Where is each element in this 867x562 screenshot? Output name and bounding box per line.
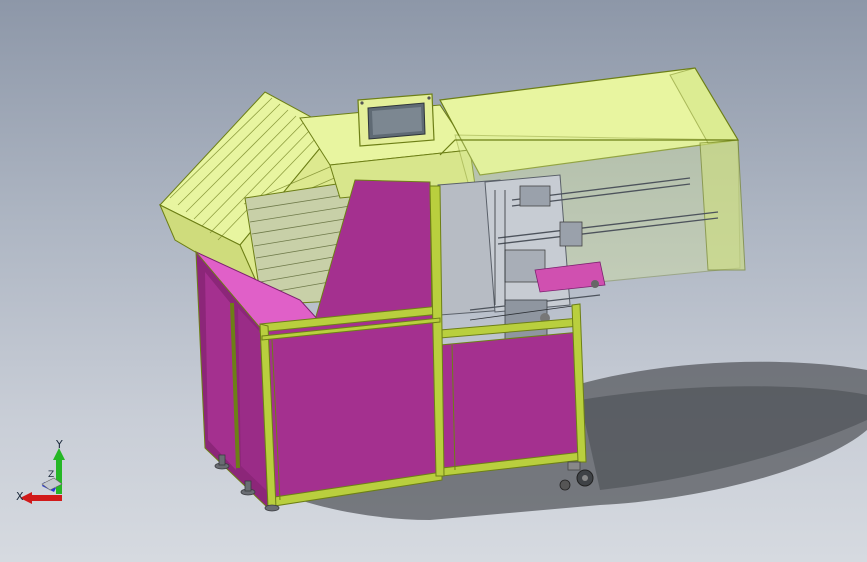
x-axis-label: X	[16, 490, 24, 503]
y-axis-label: Y	[56, 438, 63, 451]
z-axis-label: Z	[48, 470, 55, 480]
machine-3d-model[interactable]	[0, 0, 867, 562]
x-axis-icon	[30, 495, 62, 501]
orientation-triad[interactable]: Y X Z	[12, 438, 82, 515]
y-axis-icon	[56, 458, 62, 494]
touch-screen-panel[interactable]	[357, 93, 435, 147]
cad-viewport[interactable]: Y X Z	[0, 0, 867, 562]
